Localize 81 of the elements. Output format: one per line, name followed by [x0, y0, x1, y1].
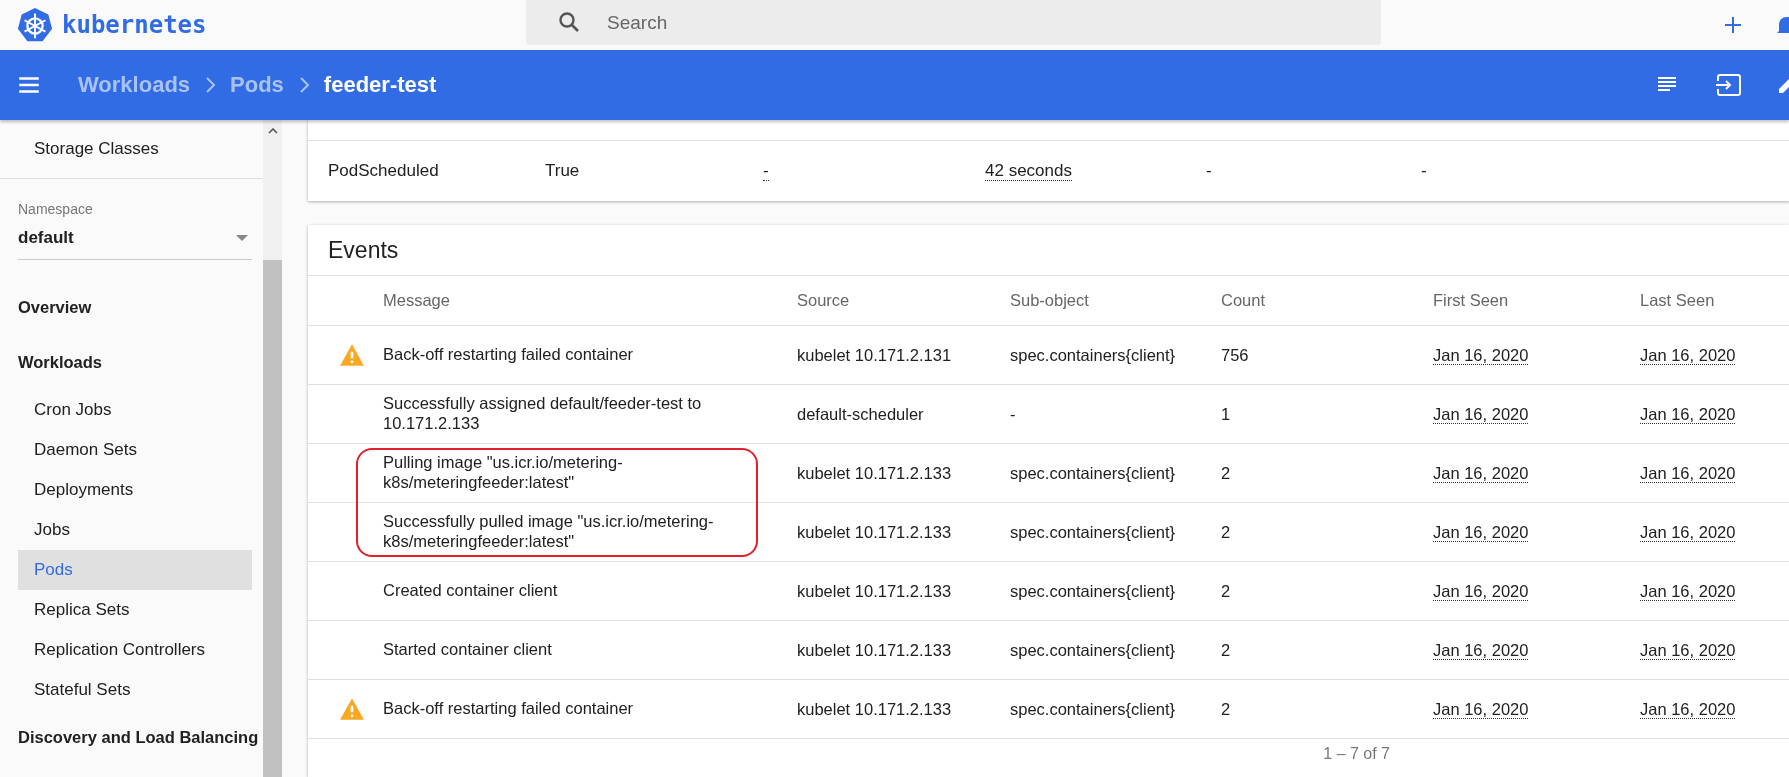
table-cell-text: spec.containers{client} — [1010, 345, 1177, 365]
table-cell-text: kubelet 10.171.2.133 — [797, 581, 953, 601]
table-cell-text: spec.containers{client} — [1010, 463, 1177, 483]
table-cell: Jan 16, 2020 — [1640, 463, 1736, 483]
table-cell-text: 2 — [1221, 463, 1232, 483]
table-cell-text: 1 — [1221, 404, 1232, 424]
column-header: Sub-object — [1010, 291, 1090, 310]
table-cell: Jan 16, 2020 — [1640, 404, 1736, 424]
table-cell-text: Created container client — [383, 581, 559, 601]
table-cell-text: Successfully pulled image "us.icr.io/metering-k8s/meteringfeeder:latest" — [383, 512, 715, 552]
table-cell-text: Successfully assigned default/feeder-test to 10.171.2.133 — [383, 394, 703, 434]
exec-icon[interactable] — [1715, 73, 1743, 97]
sidebar-item[interactable]: Replica Sets — [18, 590, 262, 630]
add-icon[interactable] — [1723, 15, 1743, 35]
table-cell: - — [763, 161, 769, 181]
table-cell-text: kubelet 10.171.2.133 — [797, 463, 953, 483]
table-cell: Jan 16, 2020 — [1640, 581, 1736, 601]
namespace-label: Namespace — [18, 201, 94, 217]
table-cell-text: default-scheduler — [797, 404, 925, 424]
table-cell-text: - — [1010, 404, 1017, 424]
table-cell-text: Started container client — [383, 640, 553, 660]
table-cell: Jan 16, 2020 — [1433, 581, 1529, 601]
table-cell-text: Back-off restarting failed container — [383, 345, 635, 365]
search-field[interactable]: Search — [526, 0, 1381, 45]
namespace-select[interactable]: default — [18, 217, 252, 260]
table-cell: Jan 16, 2020 — [1433, 463, 1529, 483]
table-cell-text: 2 — [1221, 640, 1232, 660]
scroll-up-icon[interactable] — [267, 128, 278, 134]
table-cell-text: 2 — [1221, 699, 1232, 719]
table-cell-text: spec.containers{client} — [1010, 699, 1177, 719]
table-cell: Jan 16, 2020 — [1433, 640, 1529, 660]
scrollbar[interactable] — [263, 120, 282, 777]
table-cell: Jan 16, 2020 — [1433, 404, 1529, 424]
table-cell-text: 2 — [1221, 581, 1232, 601]
table-cell-text: Pulling image "us.icr.io/metering-k8s/meteringfeeder:latest" — [383, 453, 624, 493]
table-cell-text: spec.containers{client} — [1010, 581, 1177, 601]
table-cell: Jan 16, 2020 — [1640, 345, 1736, 365]
table-cell-text: kubelet 10.171.2.133 — [797, 699, 953, 719]
chevron-icon — [297, 75, 310, 95]
column-header: Message — [383, 290, 451, 311]
table-cell: Jan 16, 2020 — [1640, 640, 1736, 660]
column-header: Source — [797, 291, 851, 310]
breadcrumb-link[interactable]: feeder-test — [323, 72, 437, 98]
table-cell: Jan 16, 2020 — [1433, 699, 1529, 719]
chevron-icon — [204, 75, 217, 95]
sidebar-item[interactable]: Storage Classes — [18, 120, 262, 178]
table-cell-text: Back-off restarting failed container — [383, 699, 635, 719]
kubernetes-logo-icon — [16, 6, 54, 44]
table-cell: Jan 16, 2020 — [1640, 522, 1736, 542]
table-cell-text: True — [545, 161, 581, 181]
table-cell-text: 2 — [1221, 522, 1232, 542]
sidebar-item[interactable]: Overview — [18, 280, 262, 335]
sidebar-item[interactable]: Replication Controllers — [18, 630, 262, 670]
table-cell-text: spec.containers{client} — [1010, 522, 1177, 542]
sidebar-item[interactable]: Pods — [18, 550, 252, 590]
sidebar-item[interactable]: Deployments — [18, 470, 262, 510]
table-cell: Jan 16, 2020 — [1433, 345, 1529, 365]
column-header: First Seen — [1433, 291, 1510, 310]
table-cell-text: - — [1421, 161, 1428, 181]
card-title: Events — [308, 225, 1789, 276]
table-cell-text: - — [1206, 161, 1213, 181]
sidebar-item[interactable]: Workloads — [18, 335, 262, 390]
column-header: Last Seen — [1640, 291, 1716, 310]
table-cell-text: kubelet 10.171.2.133 — [797, 640, 953, 660]
column-header: Count — [1221, 291, 1267, 310]
sidebar-item[interactable]: Stateful Sets — [18, 670, 262, 710]
table-cell-text: kubelet 10.171.2.131 — [797, 345, 953, 365]
sidebar-item[interactable]: Jobs — [18, 510, 262, 550]
sidebar-item[interactable]: Cron Jobs — [18, 390, 262, 430]
table-cell-text: kubelet 10.171.2.133 — [797, 522, 953, 542]
table-cell-text: 756 — [1221, 345, 1250, 365]
sidebar-item[interactable]: Daemon Sets — [18, 430, 262, 470]
table-cell: 42 seconds — [985, 161, 1072, 181]
dropdown-caret-icon — [236, 235, 248, 241]
table-cell: Jan 16, 2020 — [1433, 522, 1529, 542]
pagination-label: 1 – 7 of 7 — [1323, 745, 1390, 763]
app-name: kubernetes — [62, 11, 207, 39]
table-cell-text: PodScheduled — [327, 161, 440, 181]
table-cell-text: spec.containers{client} — [1010, 640, 1177, 660]
sidebar-item[interactable]: Discovery and Load Balancing — [18, 710, 262, 765]
table-cell: Jan 16, 2020 — [1640, 699, 1736, 719]
